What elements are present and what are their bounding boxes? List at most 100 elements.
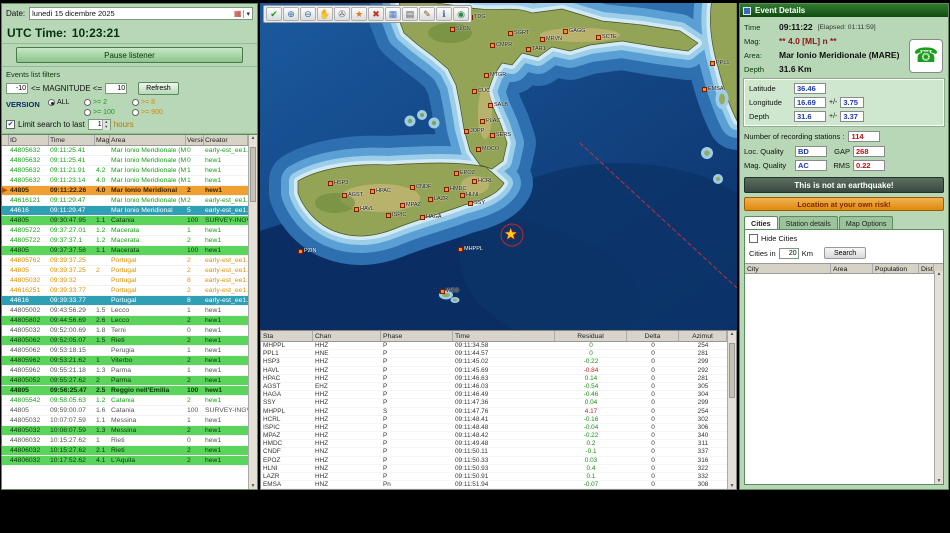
event-row[interactable]: 44616 09:39:33.77 Portugal 8 early-est_e… — [2, 296, 248, 306]
station-marker[interactable]: MOCO — [476, 146, 499, 152]
col-time[interactable]: Time — [49, 135, 95, 145]
event-row[interactable]: 44805762 09:39:37.25 Portugal 2 early-es… — [2, 256, 248, 266]
event-row[interactable]: 44805962 09:53:21.62 1 Viterbo 2 hew1 — [2, 356, 248, 366]
station-marker[interactable]: LAZR — [428, 196, 448, 202]
col-delta[interactable]: Delta — [627, 331, 679, 341]
zoom-out-icon[interactable]: ⊖ — [300, 7, 316, 21]
event-row[interactable]: 44805032 09:52:00.69 1.8 Terni 0 hew1 — [2, 326, 248, 336]
phase-row[interactable]: PPL1 HNE P 09:11:44.57 0 0 281 — [261, 350, 727, 359]
scroll-up-icon[interactable]: ▲ — [730, 331, 735, 337]
scrollbar-thumb[interactable] — [729, 343, 735, 398]
event-row[interactable]: 44805032 10:08:07.59 1.3 Messina 2 hew1 — [2, 426, 248, 436]
tools-icon[interactable]: ✇ — [334, 7, 350, 21]
station-marker[interactable]: PZIN — [298, 248, 317, 254]
station-marker[interactable]: HAVL — [354, 206, 374, 212]
station-marker[interactable]: EMSA — [702, 86, 724, 92]
station-marker[interactable]: PLAC — [480, 118, 500, 124]
close-icon[interactable]: ✖ — [368, 7, 384, 21]
station-marker[interactable]: SCTE — [596, 34, 617, 40]
version-radio-option[interactable]: ALL — [48, 99, 84, 106]
chevron-down-icon[interactable]: ▾ — [243, 9, 250, 18]
event-row[interactable]: 44805722 09:37:27.01 1.2 Macerata 1 hew1 — [2, 226, 248, 236]
phase-row[interactable]: SSY HHZ P 09:11:47.36 0.04 0 299 — [261, 399, 727, 408]
event-row[interactable]: 44806032 10:15:27.62 2.1 Rieti 2 hew1 — [2, 446, 248, 456]
phase-row[interactable]: HCRL HHZ P 09:11:48.41 -0.16 0 302 — [261, 416, 727, 424]
phase-row[interactable]: CNDF HNZ P 09:11:50.11 -0.1 0 337 — [261, 448, 727, 457]
tab-cities[interactable]: Cities — [744, 216, 778, 229]
edit-icon[interactable]: ✎ — [419, 7, 435, 21]
event-row[interactable]: 44805632 09:11:25.41 Mar Ionio Meridiona… — [2, 146, 248, 156]
date-picker[interactable]: lunedì 15 dicembre 2025 ▦ ▾ — [29, 7, 253, 20]
pan-icon[interactable]: ✋ — [317, 7, 333, 21]
station-marker[interactable]: SLCN — [450, 26, 471, 32]
events-scrollbar[interactable]: ▲ ▼ — [248, 135, 257, 489]
station-marker[interactable]: SSY — [468, 200, 485, 206]
scroll-down-icon[interactable]: ▼ — [730, 483, 735, 489]
cities-radius-input[interactable] — [778, 247, 799, 259]
spin-down-icon[interactable]: ▾ — [101, 124, 110, 130]
cities-scrollbar[interactable]: ▲ ▼ — [934, 271, 943, 484]
station-marker[interactable]: SALB — [488, 102, 508, 108]
event-row[interactable]: 44805 09:37:37.58 1.1 Macerata 100 hew1 — [2, 246, 248, 256]
event-row[interactable]: 44805062 09:52:05.07 1.5 Rieti 2 hew1 — [2, 336, 248, 346]
globe-icon[interactable]: ◉ — [453, 7, 469, 21]
station-marker[interactable]: TAR1 — [526, 46, 546, 52]
station-marker[interactable]: SERS — [490, 132, 511, 138]
col-sta[interactable]: Sta — [261, 331, 313, 341]
phase-row[interactable]: MHPPL HHZ S 09:11:47.76 4.17 0 254 — [261, 408, 727, 416]
event-row[interactable]: 44805052 09:55:27.62 2 Parma 2 hew1 — [2, 376, 248, 386]
col-version[interactable]: Version — [186, 135, 204, 145]
station-marker[interactable]: MTGR — [484, 72, 506, 78]
station-marker[interactable]: JOPP — [464, 128, 484, 134]
phase-row[interactable]: EMSA HNZ Pn 09:11:51.94 -0.07 0 308 — [261, 481, 727, 489]
hide-cities-checkbox[interactable] — [749, 234, 758, 243]
col-id[interactable]: ID — [9, 135, 49, 145]
col-ptime[interactable]: Time — [453, 331, 555, 341]
magnitude-max-input[interactable] — [105, 83, 128, 94]
locate-own-risk-button[interactable]: Location at your own risk! — [744, 197, 944, 211]
col-azimut[interactable]: Azimut — [679, 331, 727, 341]
phase-row[interactable]: HLNI HNZ P 09:11:50.93 0.4 0 322 — [261, 465, 727, 473]
phase-row[interactable]: EPOZ HHZ P 09:11:50.33 0.03 0 316 — [261, 457, 727, 465]
event-row[interactable]: 44805962 09:55:21.18 1.3 Parma 1 hew1 — [2, 366, 248, 376]
phase-row[interactable]: HSP3 HHZ P 09:11:45.02 -0.22 0 299 — [261, 358, 727, 367]
phase-row[interactable]: MHPPL HHZ P 09:11:34.58 0 0 254 — [261, 342, 727, 351]
search-cities-button[interactable]: Search — [823, 247, 867, 259]
limit-hours-stepper[interactable]: ▴ ▾ — [87, 119, 111, 130]
event-row[interactable]: 44616 09:11:29.47 Mar Ionio Meridional 5… — [2, 206, 248, 216]
version-radio-option[interactable]: >= 8 — [132, 99, 186, 106]
event-row[interactable]: 44805032 09:39:32 Portugal 8 early-est_e… — [2, 276, 248, 286]
station-marker[interactable]: HSP3 — [328, 180, 348, 186]
station-marker[interactable]: CNDF — [410, 184, 431, 190]
station-marker[interactable]: MHPPL — [458, 246, 483, 252]
phase-row[interactable]: AGST EHZ P 09:11:46.03 -0.54 0 305 — [261, 383, 727, 392]
confirm-icon[interactable]: ✔ — [266, 7, 282, 21]
station-marker[interactable]: ISPIC — [386, 212, 406, 218]
col-area[interactable]: Area — [831, 264, 873, 273]
station-marker[interactable]: GAGG — [563, 28, 586, 34]
event-row[interactable]: 44805062 09:53:18.15 Perugia 1 hew1 — [2, 346, 248, 356]
star-icon[interactable]: ★ — [351, 7, 367, 21]
event-row[interactable]: 44806032 10:17:52.62 4.1 L'Aquila 2 hew1 — [2, 456, 248, 466]
not-earthquake-button[interactable]: This is not an earthquake! — [744, 177, 944, 193]
col-chan[interactable]: Chan — [313, 331, 381, 341]
info-icon[interactable]: ℹ — [436, 7, 452, 21]
station-marker[interactable]: WDD — [440, 288, 459, 294]
event-row[interactable]: ▶ 44805 09:11:22.26 4.0 Mar Ionio Meridi… — [2, 186, 248, 196]
layers-icon[interactable]: ▦ — [385, 7, 401, 21]
map-canvas[interactable]: ✔ ⊕ ⊖ ✋ ✇ ★ ✖ ▦ ▤ ✎ ℹ ◉ SGRT MRVN GAGG S… — [260, 3, 737, 330]
phase-row[interactable]: MPAZ HHZ P 09:11:48.42 -0.22 0 340 — [261, 432, 727, 441]
station-marker[interactable]: SGRT — [508, 30, 529, 36]
col-population[interactable]: Population — [873, 264, 919, 273]
pause-listener-button[interactable]: Pause listener — [16, 47, 243, 63]
event-row[interactable]: 44805632 09:11:25.41 Mar Ionio Meridiona… — [2, 156, 248, 166]
tab-station-details[interactable]: Station details — [778, 216, 838, 229]
version-radio-option[interactable]: >= 2 — [84, 99, 132, 106]
tab-map-options[interactable]: Map Options — [838, 216, 894, 229]
limit-search-checkbox[interactable]: ✔ — [6, 120, 15, 129]
col-phase[interactable]: Phase — [381, 331, 453, 341]
col-city[interactable]: City — [745, 264, 831, 273]
station-marker[interactable]: PPL1 — [710, 60, 729, 66]
event-row[interactable]: 44805 09:56:25.47 2.5 Reggio nell'Emilia… — [2, 386, 248, 396]
event-row[interactable]: 44806032 10:15:27.62 1 Rieti 0 hew1 — [2, 436, 248, 446]
